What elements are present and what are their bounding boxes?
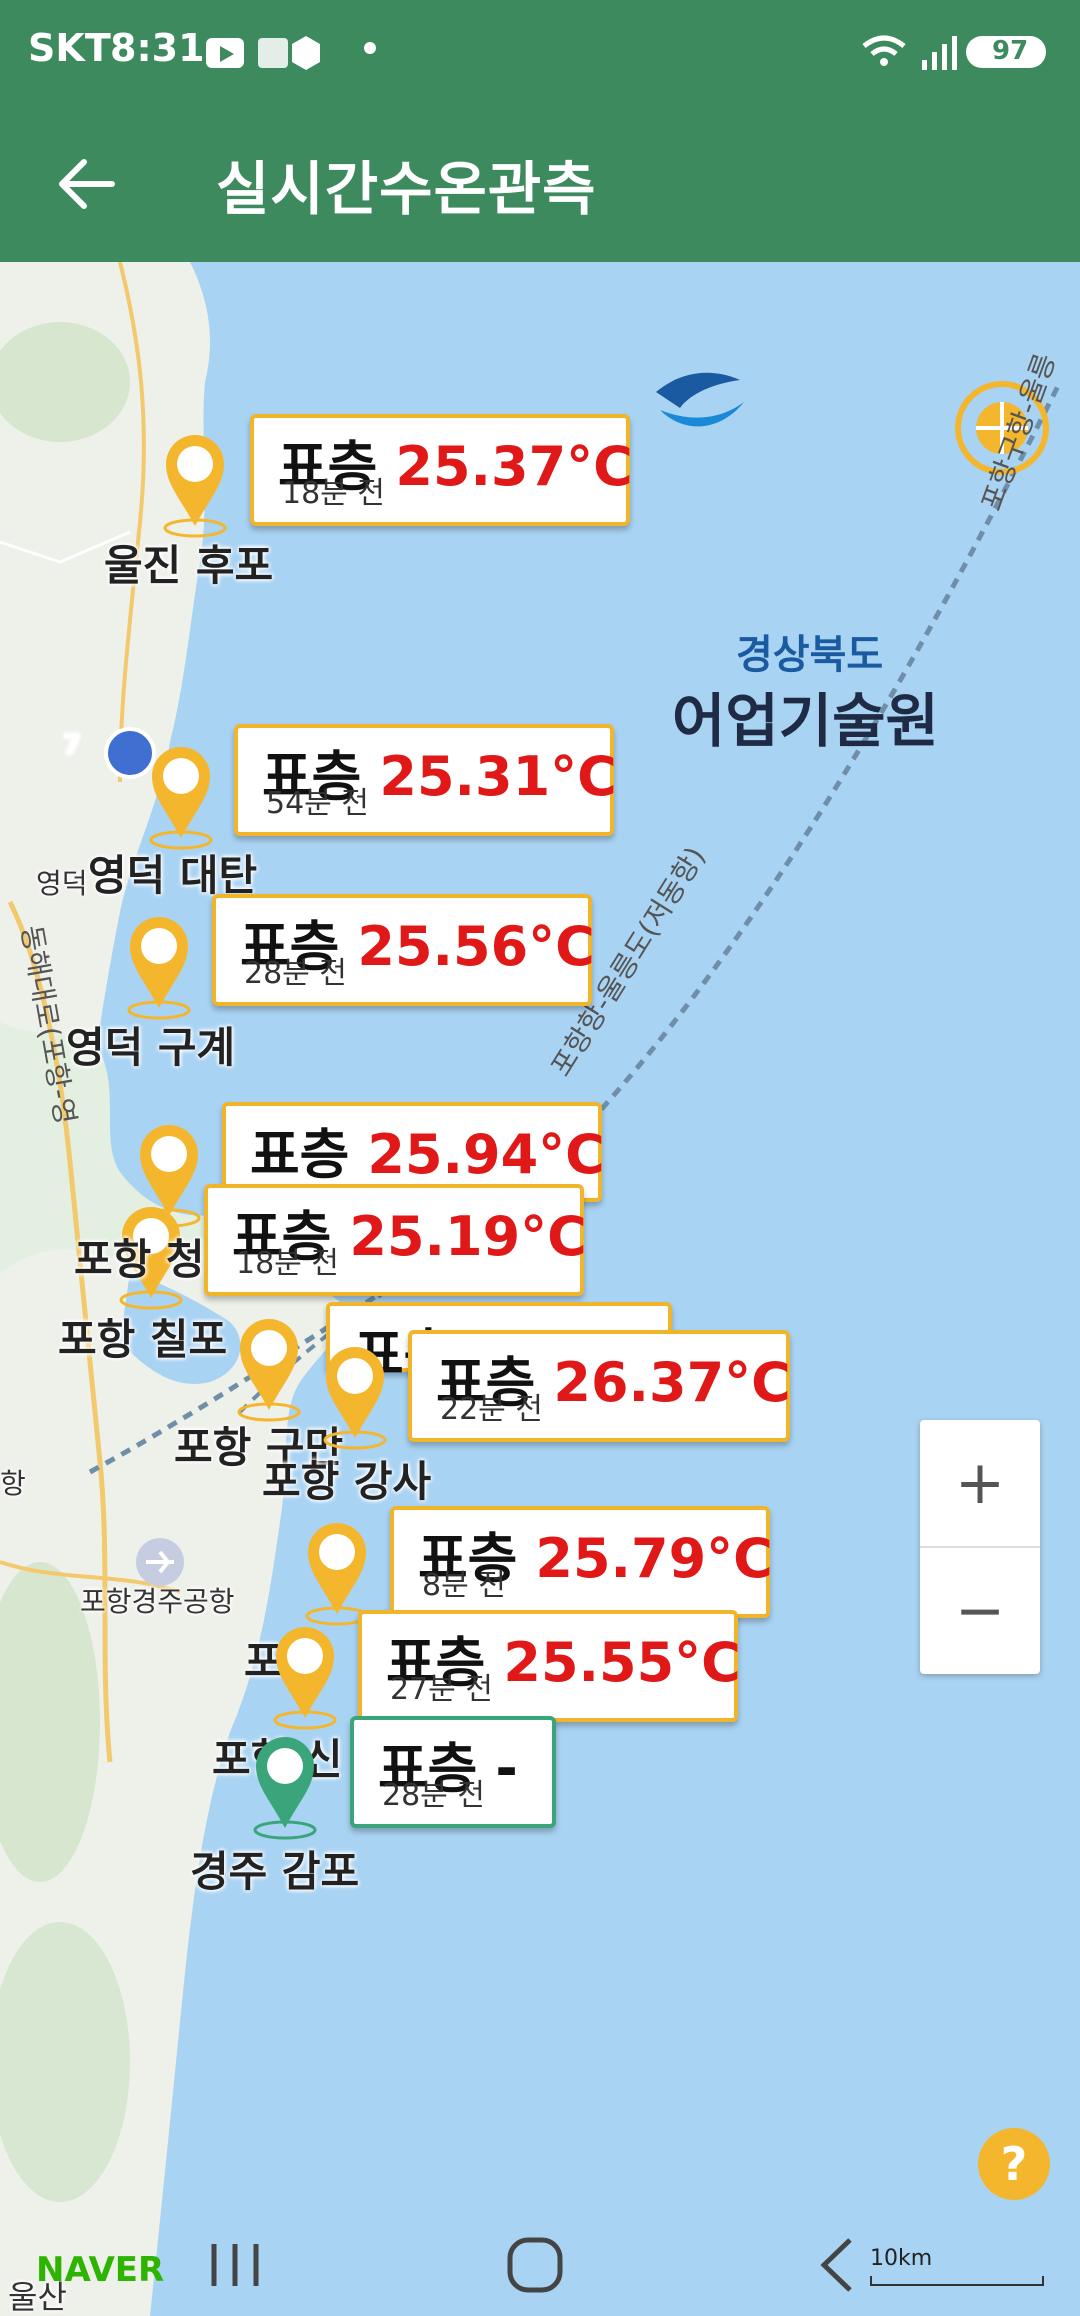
map-view[interactable]: 7 영덕 항 울산 포항경주공항 포항항-울릉도(저동항) 포항구항-울릉 동해… (0, 262, 1080, 2316)
updated-ago: 22분 전 (440, 1392, 543, 1427)
nav-back-icon[interactable] (806, 2230, 876, 2300)
station-card[interactable]: 표층 25.19°C 18분 전 (204, 1184, 587, 1296)
map-marker-icon[interactable] (320, 1340, 390, 1450)
map-marker-icon[interactable] (250, 1730, 320, 1840)
map-marker-icon[interactable] (234, 1312, 304, 1422)
carrier-label: SKT (28, 26, 111, 70)
map-marker-icon[interactable] (124, 910, 194, 1020)
app-bar: 실시간수온관측 (0, 104, 1080, 262)
clock: 8:31 (110, 26, 205, 70)
updated-ago: 54분 전 (266, 786, 369, 821)
updated-ago: 18분 전 (236, 1246, 339, 1281)
notification-icons (206, 36, 320, 70)
help-icon[interactable]: ? (978, 2128, 1050, 2200)
station-name: 경주 감포 (190, 1847, 360, 1896)
back-arrow-icon[interactable] (54, 152, 118, 216)
signal-icon (922, 36, 957, 70)
station-card[interactable]: 표층 26.37°C 22분 전 (408, 1330, 791, 1442)
system-nav-bar (0, 2200, 1080, 2316)
temperature-value: 25.56°C (357, 915, 595, 978)
dot-icon (364, 42, 376, 54)
station-card[interactable]: 표층 25.37°C 18분 전 (250, 414, 633, 526)
home-icon[interactable] (500, 2230, 570, 2300)
battery-level: 97 (992, 36, 1029, 66)
updated-ago: 28분 전 (382, 1778, 485, 1813)
recent-apps-icon[interactable] (200, 2230, 270, 2300)
station-name: 영덕 구계 (66, 1023, 236, 1072)
updated-ago: 18분 전 (282, 476, 385, 511)
wifi-icon (862, 35, 906, 49)
status-bar: SKT 8:31 97 (0, 0, 1080, 104)
map-marker-icon[interactable] (160, 428, 230, 538)
temperature-value: 26.37°C (553, 1351, 791, 1414)
station-card[interactable]: 표층 25.31°C 54분 전 (234, 724, 617, 836)
depth-label: 표층 (250, 1123, 350, 1186)
highway-number: 7 (62, 728, 82, 761)
temperature-value: 25.79°C (535, 1527, 773, 1590)
updated-ago: 27분 전 (390, 1672, 493, 1707)
temperature-value: 25.31°C (379, 745, 617, 808)
map-marker-icon[interactable] (146, 740, 216, 850)
zoom-out-icon[interactable]: − (920, 1548, 1040, 1674)
station-card[interactable]: 표층 25.56°C 28분 전 (212, 894, 595, 1006)
temperature-value: 25.94°C (367, 1123, 605, 1186)
station-name: 포항 강사 (262, 1457, 432, 1506)
station-name: 울진 후포 (104, 541, 274, 590)
station-card[interactable]: 표층 - 28분 전 (350, 1716, 556, 1828)
temperature-value: 25.19°C (349, 1205, 587, 1268)
station-name: 포항 청 (74, 1235, 205, 1284)
updated-ago: 8분 전 (422, 1568, 506, 1603)
airport-label: 포항경주공항 (80, 1585, 235, 1618)
temperature-value: - (495, 1737, 518, 1800)
logo-subtitle: 경상북도 (736, 632, 884, 678)
station-name: 포항 칠포 (58, 1315, 228, 1364)
map-label-yeongdeok: 영덕 (36, 867, 88, 900)
zoom-in-icon[interactable]: + (920, 1420, 1040, 1546)
station-card[interactable]: 표층 25.55°C 27분 전 (358, 1610, 741, 1722)
station-card[interactable]: 표층 25.79°C 8분 전 (390, 1506, 773, 1618)
updated-ago: 28분 전 (244, 956, 347, 991)
temperature-value: 25.55°C (503, 1631, 741, 1694)
zoom-controls: + − (920, 1420, 1040, 1674)
page-title: 실시간수온관측 (216, 155, 597, 223)
logo-title: 어업기술원 (672, 687, 939, 755)
map-marker-icon[interactable] (270, 1620, 340, 1730)
temperature-value: 25.37°C (395, 435, 633, 498)
map-label-hang: 항 (0, 1467, 26, 1500)
